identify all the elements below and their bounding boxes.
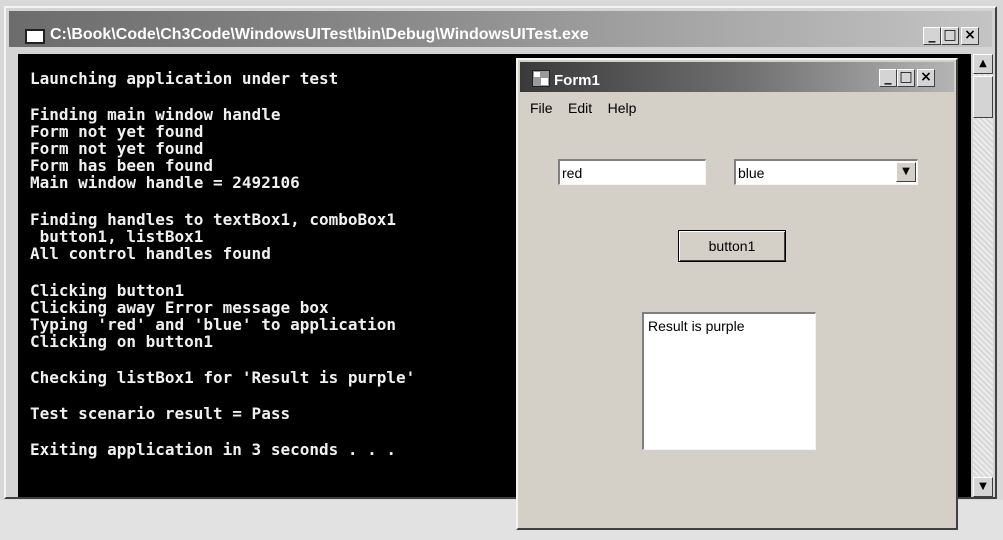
console-close-button[interactable]: × <box>961 27 979 45</box>
menu-file[interactable]: File <box>530 100 553 116</box>
console-line: Clicking button1 <box>30 281 185 300</box>
console-maximize-button[interactable]: □ <box>941 27 959 45</box>
form1-window: Form1 _ □ × File Edit Help red blue ▼ bu… <box>516 58 958 530</box>
console-line: Launching application under test <box>30 69 339 88</box>
console-line: All control handles found <box>30 244 271 263</box>
scroll-down-icon[interactable]: ▼ <box>973 477 993 497</box>
menu-bar: File Edit Help <box>530 100 647 120</box>
console-title: C:\Book\Code\Ch3Code\WindowsUITest\bin\D… <box>50 26 589 43</box>
menu-edit[interactable]: Edit <box>568 100 592 116</box>
form-close-button[interactable]: × <box>917 69 935 87</box>
console-line: Checking listBox1 for 'Result is purple' <box>30 368 416 387</box>
console-line: Main window handle = 2492106 <box>30 173 300 192</box>
form1-title: Form1 <box>554 72 600 89</box>
console-line: Form not yet found <box>30 122 204 141</box>
console-line: button1, listBox1 <box>30 227 204 246</box>
list-item[interactable]: Result is purple <box>648 318 745 334</box>
console-line: Clicking away Error message box <box>30 298 329 317</box>
listbox1[interactable]: Result is purple <box>642 312 816 450</box>
button1[interactable]: button1 <box>678 230 786 262</box>
textbox1-input[interactable]: red <box>558 159 706 185</box>
console-line: Form has been found <box>30 156 214 175</box>
form-maximize-button[interactable]: □ <box>897 69 915 87</box>
console-line: Finding handles to textBox1, comboBox1 <box>30 210 397 229</box>
form-app-icon[interactable] <box>532 70 550 87</box>
console-line: Exiting application in 3 seconds . . . <box>30 440 397 459</box>
scrollbar-thumb[interactable] <box>973 76 993 118</box>
console-line: Form not yet found <box>30 139 204 158</box>
chevron-down-icon[interactable]: ▼ <box>896 162 916 182</box>
console-vertical-scrollbar[interactable]: ▲ ▼ <box>973 54 993 497</box>
combobox1-value: blue <box>738 165 765 181</box>
scroll-up-icon[interactable]: ▲ <box>973 54 993 74</box>
console-line: Typing 'red' and 'blue' to application <box>30 315 397 334</box>
console-minimize-button[interactable]: _ <box>923 27 941 45</box>
console-line: Clicking on button1 <box>30 332 214 351</box>
menu-help[interactable]: Help <box>608 100 637 116</box>
form-minimize-button[interactable]: _ <box>879 69 897 87</box>
console-line: Finding main window handle <box>30 105 281 124</box>
console-system-menu-icon[interactable] <box>25 29 45 44</box>
console-line: Test scenario result = Pass <box>30 404 291 423</box>
combobox1-select[interactable]: blue ▼ <box>734 159 918 185</box>
